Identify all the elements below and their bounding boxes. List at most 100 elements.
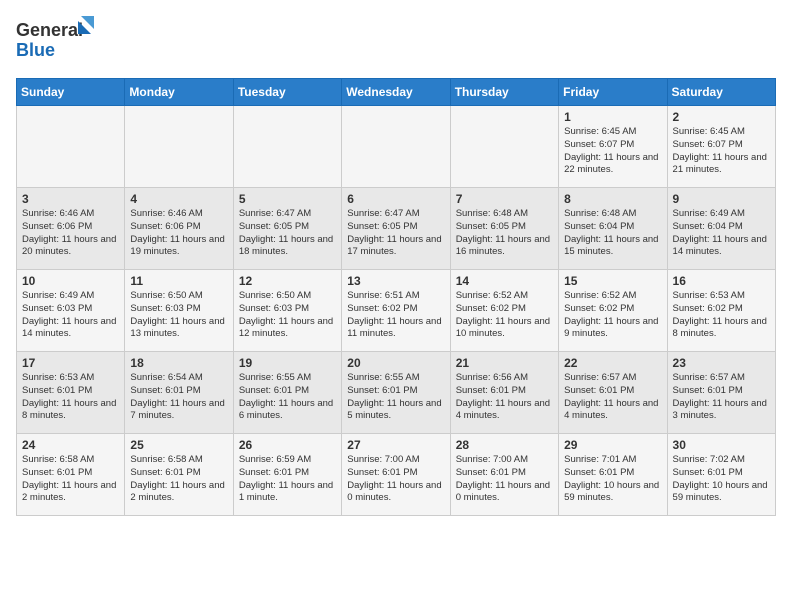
day-info: Sunrise: 6:52 AM Sunset: 6:02 PM Dayligh… <box>456 290 553 341</box>
day-number: 7 <box>456 192 553 206</box>
calendar-cell <box>342 106 450 188</box>
calendar-cell: 12 Sunrise: 6:50 AM Sunset: 6:03 PM Dayli… <box>233 270 341 352</box>
day-info: Sunrise: 6:52 AM Sunset: 6:02 PM Dayligh… <box>564 290 661 341</box>
calendar-cell: 6 Sunrise: 6:47 AM Sunset: 6:05 PM Daylig… <box>342 188 450 270</box>
day-number: 5 <box>239 192 336 206</box>
svg-text:General: General <box>16 20 83 40</box>
calendar-cell: 17 Sunrise: 6:53 AM Sunset: 6:01 PM Dayli… <box>17 352 125 434</box>
day-number: 13 <box>347 274 444 288</box>
day-header-friday: Friday <box>559 79 667 106</box>
calendar-cell: 10 Sunrise: 6:49 AM Sunset: 6:03 PM Dayli… <box>17 270 125 352</box>
calendar-header-row: SundayMondayTuesdayWednesdayThursdayFrid… <box>17 79 776 106</box>
calendar-week-4: 17 Sunrise: 6:53 AM Sunset: 6:01 PM Dayli… <box>17 352 776 434</box>
day-info: Sunrise: 6:47 AM Sunset: 6:05 PM Dayligh… <box>347 208 444 259</box>
day-info: Sunrise: 6:53 AM Sunset: 6:01 PM Dayligh… <box>22 372 119 423</box>
calendar-cell: 19 Sunrise: 6:55 AM Sunset: 6:01 PM Dayli… <box>233 352 341 434</box>
day-number: 8 <box>564 192 661 206</box>
day-info: Sunrise: 6:45 AM Sunset: 6:07 PM Dayligh… <box>564 126 661 177</box>
day-number: 10 <box>22 274 119 288</box>
day-number: 14 <box>456 274 553 288</box>
calendar-body: 1 Sunrise: 6:45 AM Sunset: 6:07 PM Daylig… <box>17 106 776 516</box>
calendar-cell: 16 Sunrise: 6:53 AM Sunset: 6:02 PM Dayli… <box>667 270 775 352</box>
day-number: 27 <box>347 438 444 452</box>
day-number: 17 <box>22 356 119 370</box>
day-info: Sunrise: 7:01 AM Sunset: 6:01 PM Dayligh… <box>564 454 661 505</box>
day-number: 23 <box>673 356 770 370</box>
day-info: Sunrise: 6:58 AM Sunset: 6:01 PM Dayligh… <box>130 454 227 505</box>
calendar-cell: 20 Sunrise: 6:55 AM Sunset: 6:01 PM Dayli… <box>342 352 450 434</box>
day-info: Sunrise: 6:55 AM Sunset: 6:01 PM Dayligh… <box>347 372 444 423</box>
day-number: 25 <box>130 438 227 452</box>
calendar-cell: 22 Sunrise: 6:57 AM Sunset: 6:01 PM Dayli… <box>559 352 667 434</box>
calendar-cell: 28 Sunrise: 7:00 AM Sunset: 6:01 PM Dayli… <box>450 434 558 516</box>
calendar-cell: 26 Sunrise: 6:59 AM Sunset: 6:01 PM Dayli… <box>233 434 341 516</box>
day-number: 26 <box>239 438 336 452</box>
day-info: Sunrise: 6:58 AM Sunset: 6:01 PM Dayligh… <box>22 454 119 505</box>
day-info: Sunrise: 6:50 AM Sunset: 6:03 PM Dayligh… <box>130 290 227 341</box>
calendar-cell: 13 Sunrise: 6:51 AM Sunset: 6:02 PM Dayli… <box>342 270 450 352</box>
day-info: Sunrise: 6:46 AM Sunset: 6:06 PM Dayligh… <box>22 208 119 259</box>
calendar-week-5: 24 Sunrise: 6:58 AM Sunset: 6:01 PM Dayli… <box>17 434 776 516</box>
calendar-cell: 8Sunrise: 6:48 AM Sunset: 6:04 PM Daylig… <box>559 188 667 270</box>
day-info: Sunrise: 7:02 AM Sunset: 6:01 PM Dayligh… <box>673 454 770 505</box>
day-info: Sunrise: 6:53 AM Sunset: 6:02 PM Dayligh… <box>673 290 770 341</box>
calendar-cell: 25 Sunrise: 6:58 AM Sunset: 6:01 PM Dayli… <box>125 434 233 516</box>
header: GeneralBlue <box>16 16 776 66</box>
calendar-week-1: 1 Sunrise: 6:45 AM Sunset: 6:07 PM Daylig… <box>17 106 776 188</box>
day-header-tuesday: Tuesday <box>233 79 341 106</box>
calendar-cell: 29 Sunrise: 7:01 AM Sunset: 6:01 PM Dayli… <box>559 434 667 516</box>
calendar-cell <box>125 106 233 188</box>
day-info: Sunrise: 6:55 AM Sunset: 6:01 PM Dayligh… <box>239 372 336 423</box>
calendar-week-3: 10 Sunrise: 6:49 AM Sunset: 6:03 PM Dayli… <box>17 270 776 352</box>
day-number: 16 <box>673 274 770 288</box>
day-number: 28 <box>456 438 553 452</box>
calendar-cell: 5 Sunrise: 6:47 AM Sunset: 6:05 PM Daylig… <box>233 188 341 270</box>
day-info: Sunrise: 7:00 AM Sunset: 6:01 PM Dayligh… <box>347 454 444 505</box>
day-info: Sunrise: 6:49 AM Sunset: 6:04 PM Dayligh… <box>673 208 770 259</box>
day-number: 15 <box>564 274 661 288</box>
day-info: Sunrise: 7:00 AM Sunset: 6:01 PM Dayligh… <box>456 454 553 505</box>
day-number: 21 <box>456 356 553 370</box>
svg-text:Blue: Blue <box>16 40 55 60</box>
day-info: Sunrise: 6:47 AM Sunset: 6:05 PM Dayligh… <box>239 208 336 259</box>
day-number: 20 <box>347 356 444 370</box>
day-info: Sunrise: 6:49 AM Sunset: 6:03 PM Dayligh… <box>22 290 119 341</box>
day-header-wednesday: Wednesday <box>342 79 450 106</box>
calendar-cell: 7Sunrise: 6:48 AM Sunset: 6:05 PM Daylig… <box>450 188 558 270</box>
day-number: 12 <box>239 274 336 288</box>
logo-svg: GeneralBlue <box>16 16 96 66</box>
calendar-cell <box>450 106 558 188</box>
day-info: Sunrise: 6:57 AM Sunset: 6:01 PM Dayligh… <box>564 372 661 423</box>
day-header-sunday: Sunday <box>17 79 125 106</box>
day-number: 19 <box>239 356 336 370</box>
day-info: Sunrise: 6:56 AM Sunset: 6:01 PM Dayligh… <box>456 372 553 423</box>
day-number: 9 <box>673 192 770 206</box>
day-header-monday: Monday <box>125 79 233 106</box>
day-info: Sunrise: 6:59 AM Sunset: 6:01 PM Dayligh… <box>239 454 336 505</box>
calendar-cell: 24 Sunrise: 6:58 AM Sunset: 6:01 PM Dayli… <box>17 434 125 516</box>
day-number: 3 <box>22 192 119 206</box>
calendar-cell: 3 Sunrise: 6:46 AM Sunset: 6:06 PM Daylig… <box>17 188 125 270</box>
day-info: Sunrise: 6:51 AM Sunset: 6:02 PM Dayligh… <box>347 290 444 341</box>
day-info: Sunrise: 6:50 AM Sunset: 6:03 PM Dayligh… <box>239 290 336 341</box>
day-number: 24 <box>22 438 119 452</box>
calendar-cell: 1 Sunrise: 6:45 AM Sunset: 6:07 PM Daylig… <box>559 106 667 188</box>
day-number: 11 <box>130 274 227 288</box>
day-number: 1 <box>564 110 661 124</box>
calendar-cell <box>17 106 125 188</box>
day-info: Sunrise: 6:46 AM Sunset: 6:06 PM Dayligh… <box>130 208 227 259</box>
day-number: 6 <box>347 192 444 206</box>
calendar-cell: 15 Sunrise: 6:52 AM Sunset: 6:02 PM Dayli… <box>559 270 667 352</box>
calendar-cell: 9 Sunrise: 6:49 AM Sunset: 6:04 PM Daylig… <box>667 188 775 270</box>
calendar-table: SundayMondayTuesdayWednesdayThursdayFrid… <box>16 78 776 516</box>
day-header-thursday: Thursday <box>450 79 558 106</box>
day-header-saturday: Saturday <box>667 79 775 106</box>
calendar-cell: 30Sunrise: 7:02 AM Sunset: 6:01 PM Dayli… <box>667 434 775 516</box>
calendar-cell: 27 Sunrise: 7:00 AM Sunset: 6:01 PM Dayli… <box>342 434 450 516</box>
calendar-cell: 14 Sunrise: 6:52 AM Sunset: 6:02 PM Dayli… <box>450 270 558 352</box>
day-number: 4 <box>130 192 227 206</box>
day-number: 22 <box>564 356 661 370</box>
day-number: 29 <box>564 438 661 452</box>
day-info: Sunrise: 6:57 AM Sunset: 6:01 PM Dayligh… <box>673 372 770 423</box>
calendar-cell <box>233 106 341 188</box>
